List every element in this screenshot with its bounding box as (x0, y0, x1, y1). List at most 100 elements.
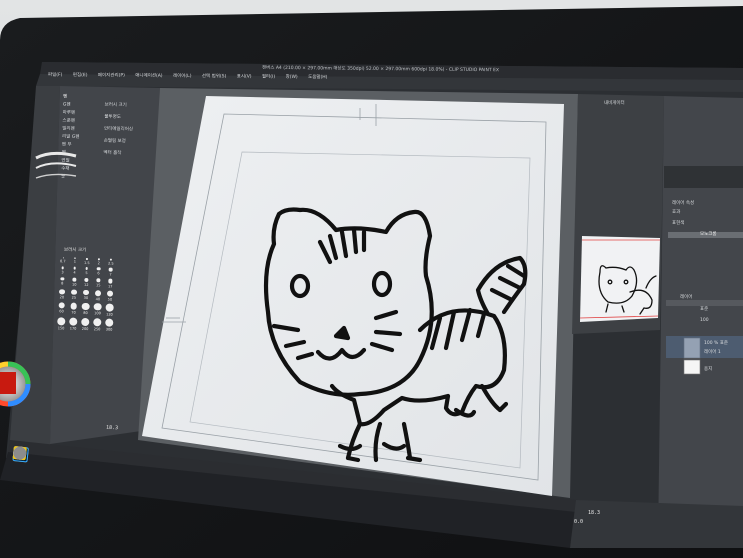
brush-size-label: 4 (73, 270, 76, 275)
brush-size-label: 15 (95, 283, 101, 288)
blend-mode-dropdown[interactable]: 표준 (700, 306, 708, 312)
brush-size-option[interactable]: 8 (56, 276, 68, 287)
brush-size-option[interactable]: 100 (91, 303, 103, 316)
brush-size-option[interactable]: 25 (68, 289, 80, 301)
brush-size-label: 5 (85, 271, 88, 276)
brush-size-option[interactable]: 170 (67, 317, 79, 330)
brush-size-dot (109, 258, 112, 261)
brush-size-option[interactable]: 60 (55, 302, 67, 315)
menu-help[interactable]: 도움말(H) (308, 75, 327, 80)
expression-dropdown[interactable]: 모노크롬 (700, 231, 717, 237)
brush-size-option[interactable]: 15 (92, 277, 104, 288)
right-bottom-toolbar (570, 500, 743, 548)
brush-size-option[interactable]: 5 (80, 267, 92, 276)
brush-size-dot (61, 266, 64, 269)
brush-size-dot (70, 302, 78, 310)
brush-size-label: 40 (95, 296, 101, 301)
brush-size-option[interactable]: 1.5 (81, 257, 93, 265)
property-stabilization[interactable]: 손떨림 보정 (104, 136, 133, 149)
menu-filter[interactable]: 필터(I) (262, 75, 275, 80)
brush-size-dot (84, 277, 89, 283)
brush-size-option[interactable]: 12 (80, 277, 92, 287)
brush-size-dot (94, 289, 102, 296)
brush-size-option[interactable]: 17 (104, 278, 116, 288)
brush-size-dot (93, 303, 102, 311)
brush-size-dot (105, 318, 114, 327)
status-position[interactable]: 0.0 (574, 519, 583, 525)
brush-size-label: 80 (83, 310, 88, 316)
navigator-thumb (580, 236, 660, 322)
brush-size-dot (81, 317, 90, 326)
brush-size-label: 60 (59, 309, 64, 314)
property-antialias[interactable]: 안티에일리어싱 (104, 124, 133, 137)
menu-view[interactable]: 표시(V) (237, 74, 252, 79)
brush-size-option[interactable]: 0.7 (57, 257, 69, 264)
menu-window[interactable]: 창(W) (286, 75, 298, 80)
brush-size-dot (105, 303, 114, 312)
brush-size-label: 170 (69, 326, 77, 331)
brush-size-label: 7 (109, 272, 112, 277)
brush-size-label: 25 (71, 295, 77, 300)
brush-size-label: 17 (107, 284, 113, 289)
brush-size-label: 12 (83, 282, 89, 288)
menu-selection[interactable]: 선택 범위(S) (202, 74, 226, 79)
brush-size-label: 20 (59, 295, 65, 300)
brush-size-option[interactable]: 7 (104, 267, 116, 277)
canvas-zoom-label: 18.3 (105, 424, 119, 432)
brush-size-option[interactable]: 1 (69, 257, 81, 265)
brush-size-label: 0.7 (60, 259, 66, 264)
status-zoom[interactable]: 18.3 (588, 510, 600, 516)
brush-size-dot (62, 257, 64, 259)
brush-size-label: 30 (83, 296, 89, 301)
brush-size-option[interactable]: 2 (93, 258, 105, 265)
property-brush-size[interactable]: 브러시 크기 (104, 100, 133, 113)
brush-size-label: 3 (61, 269, 64, 274)
layer-1-sub[interactable]: 레이어 1 (704, 349, 721, 355)
brush-size-dot (85, 267, 89, 271)
brush-size-label: 200 (81, 326, 89, 331)
brush-size-option[interactable]: 30 (80, 289, 92, 301)
opacity-value[interactable]: 100 (700, 318, 709, 323)
brush-size-dot (106, 290, 114, 297)
brush-previews (35, 151, 77, 179)
brush-size-label: 250 (93, 326, 101, 331)
brush-size-option[interactable]: 150 (55, 316, 67, 330)
brush-size-option[interactable]: 200 (79, 317, 91, 331)
brush-size-option[interactable]: 2.5 (105, 258, 117, 266)
brush-size-dot (95, 277, 101, 283)
menu-file[interactable]: 파일(F) (48, 73, 62, 78)
brush-size-option[interactable]: 10 (68, 277, 80, 287)
brush-size-option[interactable]: 300 (103, 318, 115, 331)
navigator-title: 내비게이터 (604, 101, 625, 106)
brush-size-label: 6 (97, 271, 100, 276)
brush-size-option[interactable]: 3 (56, 266, 68, 275)
brush-size-option[interactable]: 50 (104, 290, 116, 302)
brush-size-dot (86, 257, 88, 260)
property-opacity[interactable]: 불투명도 (104, 112, 133, 125)
brush-size-option[interactable]: 6 (92, 267, 104, 276)
brush-size-option[interactable]: 250 (91, 317, 103, 331)
brush-size-option[interactable]: 40 (92, 289, 104, 302)
expression-label: 표현색 (672, 221, 685, 226)
menu-edit[interactable]: 편집(E) (73, 73, 88, 78)
brush-size-dot (69, 317, 78, 326)
layer-property-title: 레이어 속성 (672, 201, 695, 206)
brush-size-label: 100 (94, 311, 101, 316)
brush-size-dot (58, 302, 66, 309)
brush-size-dot (74, 257, 76, 259)
effect-label: 효과 (672, 210, 681, 215)
property-vector-snap[interactable]: 벡터 흡착 (103, 148, 132, 161)
layer-1-name[interactable]: 100 % 표준 (704, 340, 728, 346)
menu-page[interactable]: 페이지관리(P) (98, 73, 125, 78)
brush-size-dot (72, 277, 77, 282)
brush-size-label: 50 (107, 297, 113, 302)
brush-size-option[interactable]: 70 (67, 302, 79, 315)
brush-size-option[interactable]: 120 (103, 303, 115, 316)
brush-size-option[interactable]: 20 (56, 288, 68, 301)
brush-size-option[interactable]: 80 (79, 302, 91, 316)
menu-animation[interactable]: 애니메이션(A) (135, 74, 162, 79)
brush-size-dot (60, 276, 65, 281)
brush-size-option[interactable]: 4 (68, 266, 80, 276)
menu-layer[interactable]: 레이어(L) (173, 74, 191, 79)
layer-paper-name[interactable]: 용지 (704, 366, 712, 372)
